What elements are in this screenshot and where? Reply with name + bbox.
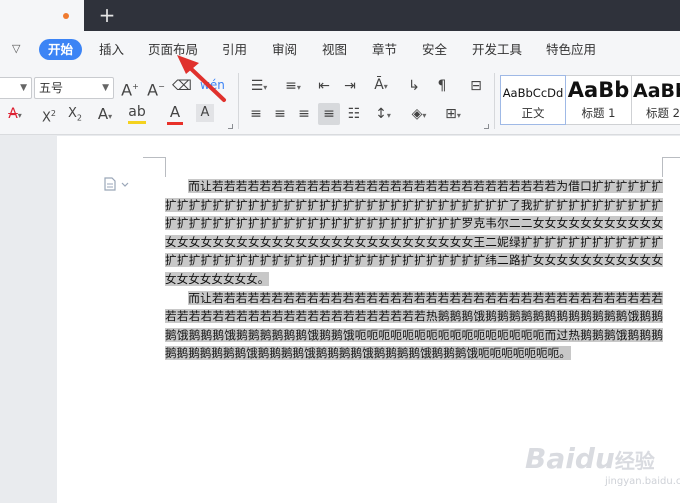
highlight-color-bar <box>128 121 146 124</box>
justify-icon[interactable]: ≡ <box>318 103 340 125</box>
watermark-url: jingyan.baidu.com <box>605 476 680 487</box>
baidu-watermark: Baidu经验 jingyan.baidu.com <box>505 426 680 498</box>
clear-format-icon[interactable]: ⌫ <box>172 77 192 95</box>
grow-font-icon[interactable]: A+ <box>120 78 140 99</box>
shrink-font-icon[interactable]: A− <box>146 78 166 99</box>
unsaved-indicator <box>63 13 69 19</box>
style-normal[interactable]: AaBbCcDd 正文 <box>500 75 566 125</box>
paragraph[interactable]: 而让若若若若若若若若若若若若若若若若若若若若若若若若若若若若若若若若若若若若若若… <box>165 289 663 363</box>
font-size-combo[interactable]: 五号 ▼ <box>34 77 114 99</box>
subscript-icon[interactable]: X2 <box>64 105 86 128</box>
selected-text[interactable]: 而让若若若若若若若若若若若若若若若若若若若若若若若若若若若若若若若若若若若若若若… <box>165 290 663 361</box>
document-tab[interactable] <box>0 0 84 31</box>
crop-mark <box>662 157 680 158</box>
ribbon-separator <box>238 73 239 129</box>
text-effect-icon[interactable]: A▾ <box>92 105 118 126</box>
style-heading-1[interactable]: AaBb 标题 1 <box>566 75 632 125</box>
font-size-value: 五号 <box>39 81 64 95</box>
crop-mark <box>143 157 165 158</box>
document-outline-icon[interactable] <box>104 176 130 191</box>
font-name-combo[interactable]: ▼ <box>0 77 32 99</box>
align-left-icon[interactable]: ≡ <box>246 105 266 123</box>
ribbon-separator <box>494 73 495 129</box>
watermark-brand: Baidu经验 <box>525 442 655 475</box>
align-center-icon[interactable]: ≡ <box>270 105 290 123</box>
paragraph-shading-icon[interactable]: ◈▾ <box>406 105 432 125</box>
decrease-indent-icon[interactable]: ⇤ <box>314 77 334 95</box>
distribute-icon[interactable]: ☷ <box>344 105 364 123</box>
selected-text[interactable]: 而让若若若若若若若若若若若若若若若若若若若若若若若若若若若若若为借口扩扩扩扩扩扩… <box>165 179 663 286</box>
menu-tab-references[interactable]: 引用 <box>222 41 247 59</box>
increase-indent-icon[interactable]: ⇥ <box>340 77 360 95</box>
line-spacing-icon[interactable]: ↕▾ <box>370 105 396 125</box>
menu-tab-security[interactable]: 安全 <box>422 41 447 59</box>
chinese-layout-icon[interactable]: ↳ <box>404 77 424 95</box>
align-right-icon[interactable]: ≡ <box>294 105 314 123</box>
font-dialog-launcher-icon[interactable] <box>228 124 233 129</box>
numbered-list-icon[interactable]: ≡▾ <box>280 77 306 97</box>
menu-tab-view[interactable]: 视图 <box>322 41 347 59</box>
char-shading-icon[interactable]: A <box>196 104 214 122</box>
menu-tab-sections[interactable]: 章节 <box>372 41 397 59</box>
phonetic-guide-icon[interactable]: wén <box>200 76 225 94</box>
ribbon-toolbar: ▼ 五号 ▼ A+ A− ⌫ wén A▾ X2 X2 A▾ ab A A ☰▾ … <box>0 67 680 135</box>
borders-icon[interactable]: ⊞▾ <box>440 105 466 125</box>
menu-tab-special[interactable]: 特色应用 <box>546 41 596 59</box>
new-tab-plus-icon[interactable]: + <box>98 3 116 27</box>
crop-mark <box>165 157 166 177</box>
menu-tab-page-layout[interactable]: 页面布局 <box>148 41 198 59</box>
crop-mark <box>662 157 663 177</box>
menu-collapse-chevron-icon[interactable]: ▽ <box>12 42 20 55</box>
style-heading-2[interactable]: AaBb 标题 2 <box>632 75 680 125</box>
document-body[interactable]: 而让若若若若若若若若若若若若若若若若若若若若若若若若若若若若若为借口扩扩扩扩扩扩… <box>165 177 663 363</box>
font-color-bar <box>167 122 183 125</box>
menu-tab-developer[interactable]: 开发工具 <box>472 41 522 59</box>
superscript-icon[interactable]: X2 <box>38 105 60 127</box>
menu-tab-home[interactable]: 开始 <box>39 39 83 60</box>
sort-icon[interactable]: Ā▾ <box>368 76 394 96</box>
menu-tab-insert[interactable]: 插入 <box>99 41 124 59</box>
show-marks-icon[interactable]: ¶ <box>432 77 452 95</box>
tab-strip: + <box>0 0 680 31</box>
menu-bar: ▽ 开始 插入 页面布局 引用 审阅 视图 章节 安全 开发工具 特色应用 <box>0 31 680 67</box>
bullet-list-icon[interactable]: ☰▾ <box>246 77 272 97</box>
text-box-icon[interactable]: ⊟ <box>466 77 486 95</box>
highlight-icon[interactable]: ab <box>124 103 150 124</box>
paragraph[interactable]: 而让若若若若若若若若若若若若若若若若若若若若若若若若若若若若若为借口扩扩扩扩扩扩… <box>165 177 663 289</box>
menu-tab-review[interactable]: 审阅 <box>272 41 297 59</box>
strikethrough-icon[interactable]: A▾ <box>2 105 28 125</box>
paragraph-dialog-launcher-icon[interactable] <box>484 124 489 129</box>
font-color-icon[interactable]: A <box>162 103 188 125</box>
